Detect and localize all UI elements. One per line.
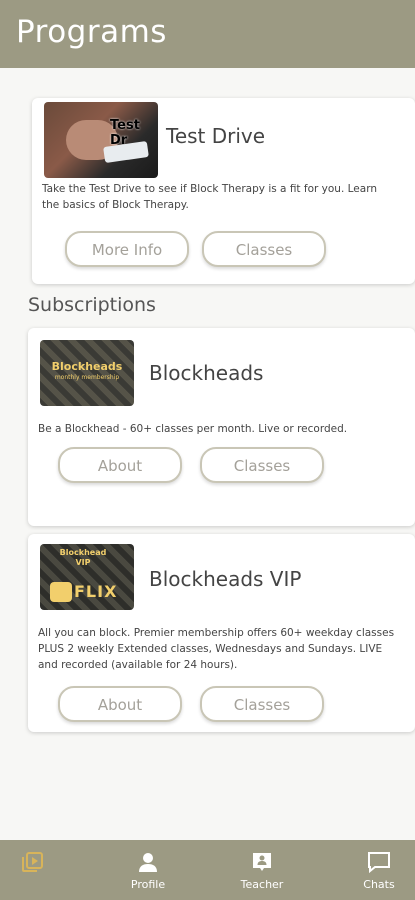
bottom-tab-bar: Profile Teacher Chats bbox=[0, 840, 415, 900]
page-title: Programs bbox=[16, 14, 167, 50]
blockheads-thumbnail: Blockheads monthly membership bbox=[40, 340, 134, 406]
teacher-chat-icon bbox=[250, 850, 274, 877]
test-drive-thumb-text: Test Dr bbox=[110, 118, 140, 148]
blockheads-thumb-subtext: monthly membership bbox=[54, 374, 120, 381]
tab-teacher[interactable]: Teacher bbox=[230, 840, 294, 900]
blockheads-vip-description: All you can block. Premier membership of… bbox=[38, 627, 395, 671]
blockheads-vip-thumb-text: Blockhead VIP bbox=[59, 548, 107, 567]
tab-chats-label: Chats bbox=[363, 878, 395, 891]
test-drive-card: Test Dr Test Drive Take the Test Drive t… bbox=[32, 98, 415, 284]
blockheads-vip-thumb-subtext: FLIX bbox=[74, 582, 118, 601]
app-header: Programs bbox=[0, 0, 415, 68]
blockheads-vip-classes-button[interactable]: Classes bbox=[200, 686, 324, 722]
blockheads-vip-title: Blockheads VIP bbox=[149, 567, 302, 591]
test-drive-classes-button[interactable]: Classes bbox=[202, 231, 326, 267]
blockheads-card: Blockheads monthly membership Blockheads… bbox=[28, 328, 415, 526]
play-badge-icon bbox=[50, 582, 72, 602]
programs-list[interactable]: Test Dr Test Drive Take the Test Drive t… bbox=[0, 68, 415, 840]
video-library-icon bbox=[20, 850, 44, 877]
blockheads-description: Be a Blockhead - 60+ classes per month. … bbox=[38, 423, 348, 435]
tab-teacher-label: Teacher bbox=[240, 878, 284, 891]
tab-programs[interactable] bbox=[0, 840, 64, 900]
blockheads-classes-button[interactable]: Classes bbox=[200, 447, 324, 483]
tab-profile[interactable]: Profile bbox=[116, 840, 180, 900]
subscriptions-heading: Subscriptions bbox=[28, 294, 156, 316]
chat-bubble-icon bbox=[366, 850, 392, 877]
blockheads-vip-about-button[interactable]: About bbox=[58, 686, 182, 722]
tab-profile-label: Profile bbox=[130, 878, 166, 891]
blockheads-thumb-text: Blockheads bbox=[51, 360, 123, 373]
blockheads-about-button[interactable]: About bbox=[58, 447, 182, 483]
person-icon bbox=[136, 850, 160, 877]
blockheads-title: Blockheads bbox=[149, 361, 264, 385]
blockheads-vip-thumbnail: Blockhead VIP FLIX bbox=[40, 544, 134, 610]
test-drive-thumbnail: Test Dr bbox=[44, 102, 158, 178]
more-info-button[interactable]: More Info bbox=[65, 231, 189, 267]
tab-chats[interactable]: Chats bbox=[347, 840, 411, 900]
test-drive-title: Test Drive bbox=[166, 124, 266, 148]
blockheads-vip-card: Blockhead VIP FLIX Blockheads VIP All yo… bbox=[28, 534, 415, 732]
test-drive-description: Take the Test Drive to see if Block Ther… bbox=[42, 183, 377, 211]
